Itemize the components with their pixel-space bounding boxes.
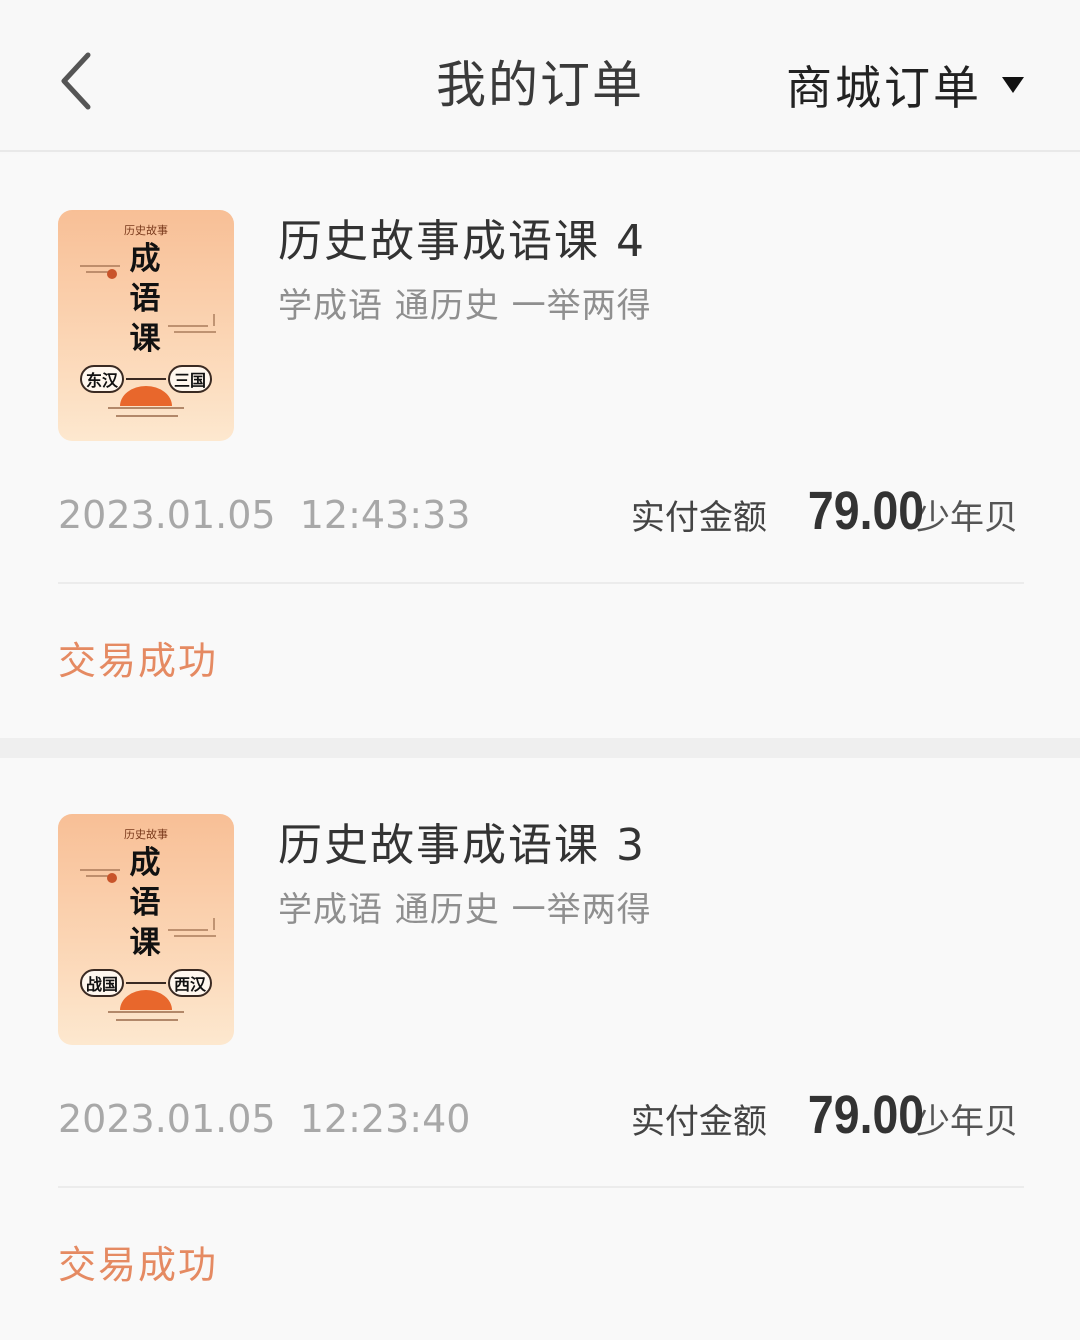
cover-title-char: 课 bbox=[129, 925, 161, 961]
section-separator bbox=[0, 738, 1080, 758]
order-time: 12:23:40 bbox=[299, 1097, 471, 1141]
cover-period-end: 西汉 bbox=[167, 969, 212, 997]
order-type-dropdown[interactable]: 商城订单 bbox=[786, 50, 1024, 120]
amount-row: 实付金额 79.00 少年贝 bbox=[631, 480, 1018, 544]
order-card[interactable]: 历史故事 成 语 课 战国 西汉 历史故事成语课 3 学成语 通历史 一举两得 … bbox=[0, 758, 1080, 1340]
cover-title-char: 成 bbox=[129, 241, 161, 277]
course-cover-image[interactable]: 历史故事 成 语 课 东汉 三国 bbox=[58, 210, 234, 441]
course-cover-image[interactable]: 历史故事 成 语 课 战国 西汉 bbox=[58, 814, 234, 1045]
caret-down-icon bbox=[1002, 77, 1024, 93]
nav-header: 我的订单 商城订单 bbox=[0, 0, 1080, 152]
amount-value: 79.00 bbox=[807, 481, 924, 541]
order-status: 交易成功 bbox=[58, 639, 219, 683]
course-subtitle: 学成语 通历史 一举两得 bbox=[278, 890, 652, 930]
cover-period-start: 战国 bbox=[80, 969, 125, 997]
currency-unit: 少年贝 bbox=[916, 1102, 1018, 1142]
order-datetime: 2023.01.05 12:43:33 bbox=[58, 490, 470, 540]
order-date: 2023.01.05 bbox=[58, 1097, 276, 1141]
divider bbox=[58, 1186, 1024, 1188]
cover-series-label: 历史故事 bbox=[124, 828, 168, 841]
amount-value: 79.00 bbox=[807, 1085, 924, 1145]
cover-period-dash bbox=[126, 982, 166, 984]
cover-period: 东汉 三国 bbox=[80, 364, 212, 394]
divider bbox=[58, 582, 1024, 584]
cover-title-char: 语 bbox=[129, 281, 161, 317]
order-status: 交易成功 bbox=[58, 1243, 219, 1287]
amount-row: 实付金额 79.00 少年贝 bbox=[631, 1084, 1018, 1148]
cover-period-end: 三国 bbox=[167, 365, 212, 393]
cover-title-char: 课 bbox=[129, 321, 161, 357]
cover-title-char: 语 bbox=[129, 885, 161, 921]
currency-unit: 少年贝 bbox=[916, 498, 1018, 538]
order-time: 12:43:33 bbox=[299, 493, 471, 537]
order-datetime: 2023.01.05 12:23:40 bbox=[58, 1094, 470, 1144]
cover-title-char: 成 bbox=[129, 845, 161, 881]
cover-period: 战国 西汉 bbox=[80, 968, 212, 998]
order-card[interactable]: 历史故事 成 语 课 东汉 三国 历史故事成语课 4 学成语 通历史 一举两得 … bbox=[0, 154, 1080, 738]
order-date: 2023.01.05 bbox=[58, 493, 276, 537]
order-type-label: 商城订单 bbox=[786, 61, 982, 115]
cover-period-start: 东汉 bbox=[80, 365, 125, 393]
course-title[interactable]: 历史故事成语课 3 bbox=[278, 818, 646, 874]
course-subtitle: 学成语 通历史 一举两得 bbox=[278, 286, 652, 326]
amount-label: 实付金额 bbox=[630, 1102, 767, 1142]
amount-label: 实付金额 bbox=[630, 498, 767, 538]
cover-series-label: 历史故事 bbox=[124, 224, 168, 237]
cover-period-dash bbox=[126, 378, 166, 380]
course-title[interactable]: 历史故事成语课 4 bbox=[278, 214, 646, 270]
